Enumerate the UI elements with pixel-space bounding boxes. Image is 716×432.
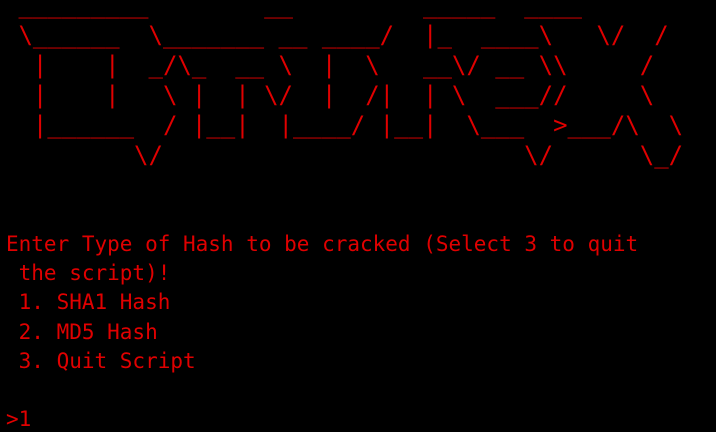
prompt-text: Enter Type of Hash to be cracked (Select… xyxy=(6,232,639,256)
ascii-art-banner: _________ __ _____ ____ \______ \_______… xyxy=(18,0,684,169)
menu-option-md5: 2. MD5 Hash xyxy=(6,320,158,344)
menu-option-sha1: 1. SHA1 Hash xyxy=(6,290,171,314)
command-input-line[interactable]: >1 xyxy=(6,404,31,432)
menu-option-quit: 3. Quit Script xyxy=(6,349,196,373)
input-prompt-symbol: > xyxy=(6,407,19,431)
terminal-window[interactable]: _________ __ _____ ____ \______ \_______… xyxy=(0,0,716,432)
prompt-text-continued: the script)! xyxy=(6,261,171,285)
input-value[interactable]: 1 xyxy=(19,407,32,431)
